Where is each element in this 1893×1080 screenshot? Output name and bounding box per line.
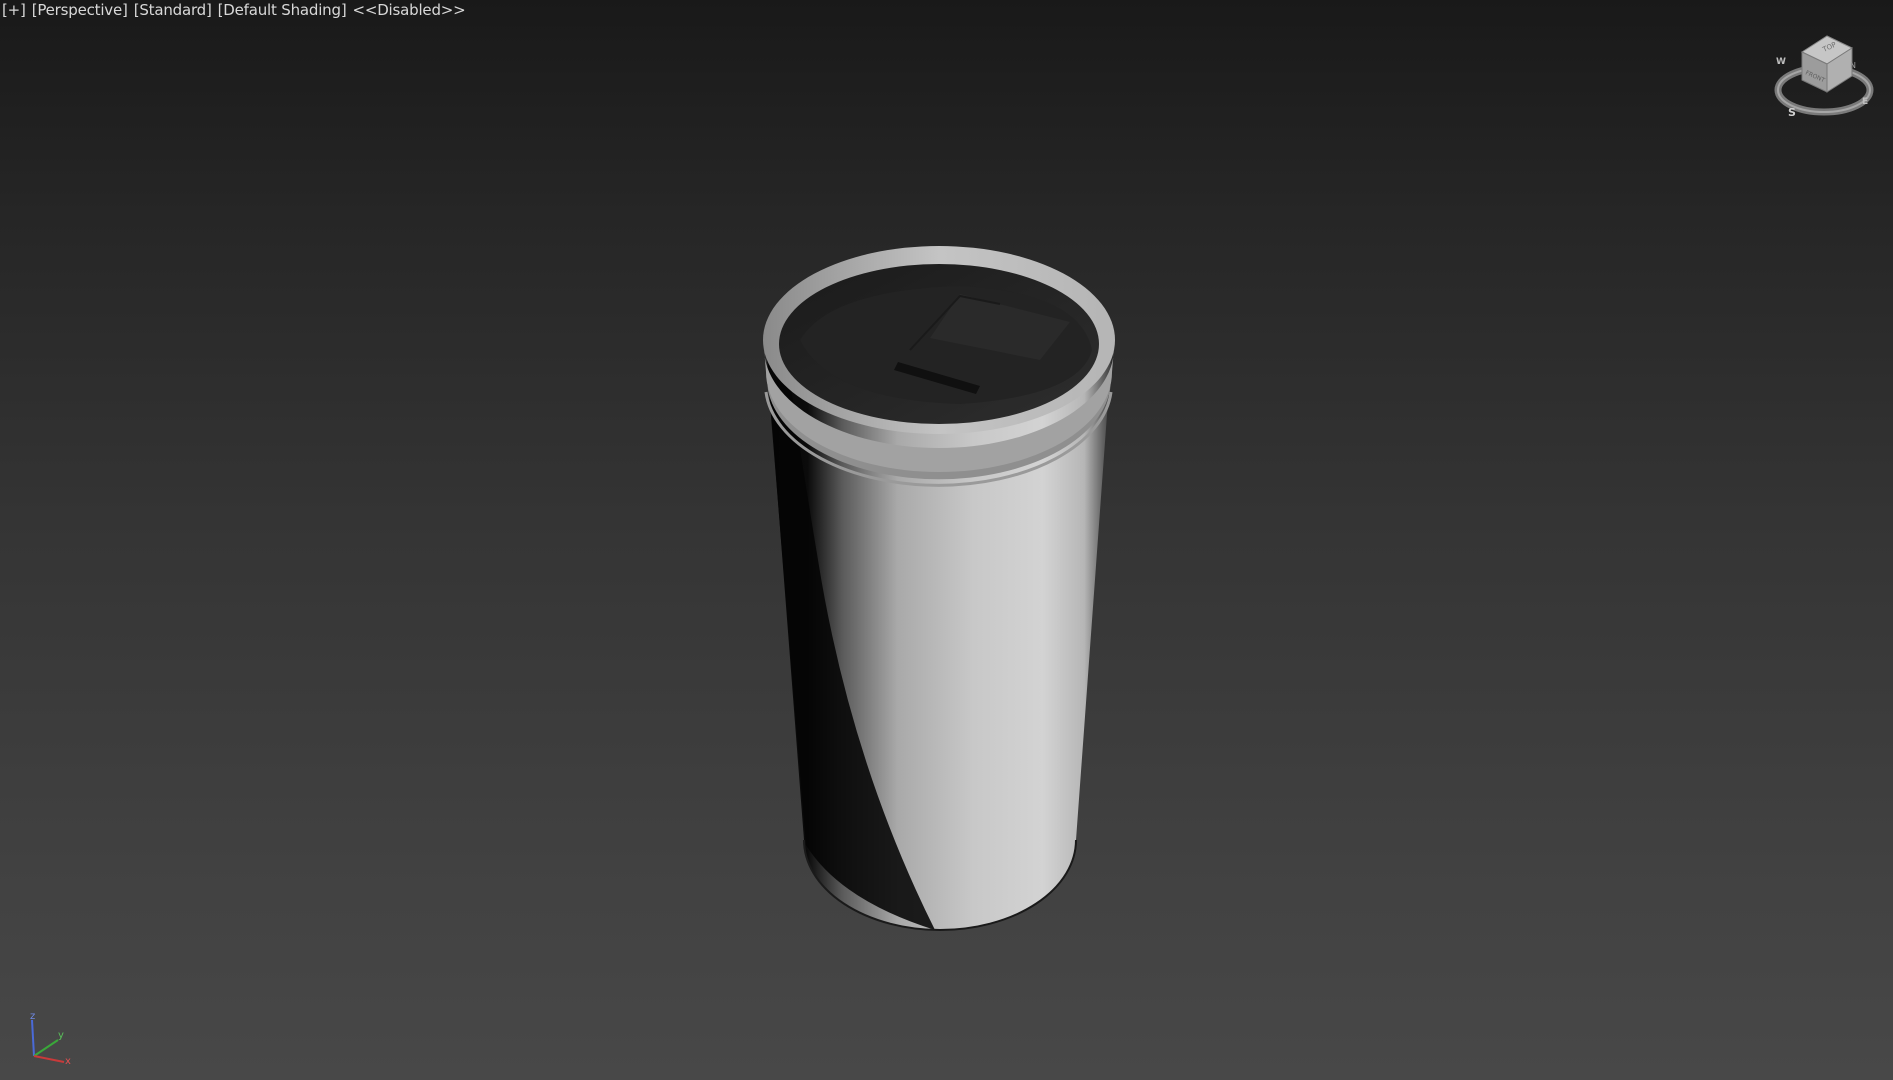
axis-y-line: [33, 1039, 59, 1057]
viewcube-navigator[interactable]: TOP FRONT W S E N: [1772, 30, 1876, 126]
3d-viewport[interactable]: [+] [Perspective] [Standard] [Default Sh…: [0, 0, 1893, 1080]
scene-canvas[interactable]: [0, 0, 1893, 1080]
world-axis-tripod: z y x: [30, 1011, 71, 1066]
compass-south-label: S: [1788, 106, 1796, 119]
axis-z-line: [31, 1019, 35, 1057]
compass-north-label: N: [1850, 61, 1856, 70]
compass-east-label: E: [1862, 97, 1868, 107]
axis-y-label: y: [58, 1030, 64, 1041]
axis-x-label: x: [65, 1056, 71, 1066]
compass-west-label: W: [1776, 57, 1786, 67]
tumbler-model[interactable]: [763, 246, 1115, 931]
axis-x-line: [33, 1055, 65, 1063]
axis-z-label: z: [30, 1011, 35, 1022]
viewcube-cube[interactable]: TOP FRONT: [1800, 35, 1854, 93]
